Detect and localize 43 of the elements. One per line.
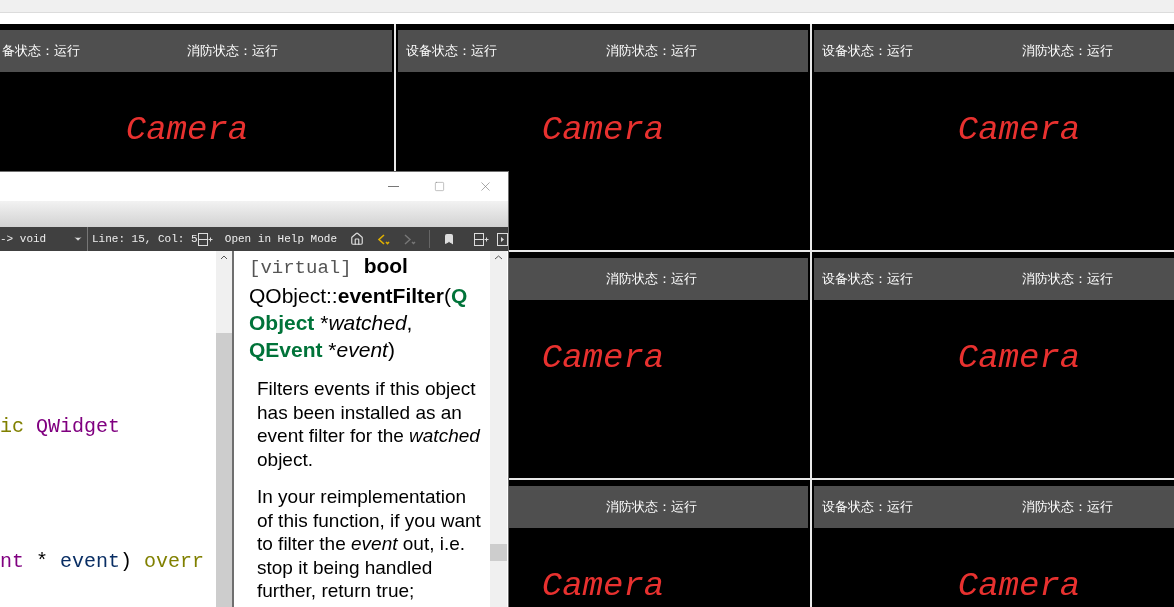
device-status: 设备状态：运行 xyxy=(822,43,913,59)
dropdown-caret-icon xyxy=(73,234,83,244)
camera-label: Camera xyxy=(957,568,1081,604)
help-paragraph: In your reimplementation of this function, if you want to filter the event out, i.e. stop it being handled further, return true; xyxy=(257,485,482,603)
signature-line: [virtual] bool xyxy=(249,253,409,281)
fire-status: 消防状态：运行 xyxy=(606,270,697,289)
bookmark-icon[interactable] xyxy=(443,233,455,245)
help-scrollbar[interactable] xyxy=(490,251,507,607)
scroll-thumb[interactable] xyxy=(216,333,232,607)
device-status: 备状态：运行 xyxy=(2,43,80,59)
fire-status: 消防状态：运行 xyxy=(187,42,278,61)
signature-line: QEvent *event) xyxy=(249,337,396,363)
signature-line: Object *watched, xyxy=(249,310,414,336)
split-icon[interactable] xyxy=(474,232,489,246)
help-paragraph: Filters events if this object has been installed as an event filter for the watched object. xyxy=(257,377,482,471)
camera-label: Camera xyxy=(957,112,1081,148)
device-status: 设备状态：运行 xyxy=(822,271,913,287)
camera-label: Camera xyxy=(541,112,665,148)
cursor-position: Line: 15, Col: 5 xyxy=(92,231,198,247)
help-mode-button[interactable]: Open in Help Mode xyxy=(224,230,337,248)
back-icon[interactable] xyxy=(377,232,390,246)
fire-status: 消防状态：运行 xyxy=(606,42,697,61)
fire-status: 消防状态：运行 xyxy=(1022,42,1113,61)
minimize-icon xyxy=(387,186,399,187)
split-icon[interactable] xyxy=(197,232,213,246)
signature-line: QObject::eventFilter(Q xyxy=(249,283,469,309)
scroll-thumb[interactable] xyxy=(490,544,507,561)
code-line: nt * event) overr xyxy=(0,550,206,574)
camera-label: Camera xyxy=(125,112,249,148)
fire-status: 消防状态：运行 xyxy=(1022,270,1113,289)
maximize-icon xyxy=(433,181,445,192)
fire-status: 消防状态：运行 xyxy=(1022,498,1113,517)
camera-label: Camera xyxy=(957,340,1081,376)
camera-label: Camera xyxy=(541,340,665,376)
forward-icon[interactable] xyxy=(403,232,416,246)
fire-status: 消防状态：运行 xyxy=(606,498,697,517)
camera-label: Camera xyxy=(541,568,665,604)
sidebar-icon[interactable] xyxy=(497,232,508,246)
scrollbar[interactable] xyxy=(216,251,232,607)
code-line: ic QWidget xyxy=(0,415,122,439)
device-status: 设备状态：运行 xyxy=(822,499,913,515)
home-icon[interactable] xyxy=(350,232,364,246)
device-status: 设备状态：运行 xyxy=(406,43,497,59)
